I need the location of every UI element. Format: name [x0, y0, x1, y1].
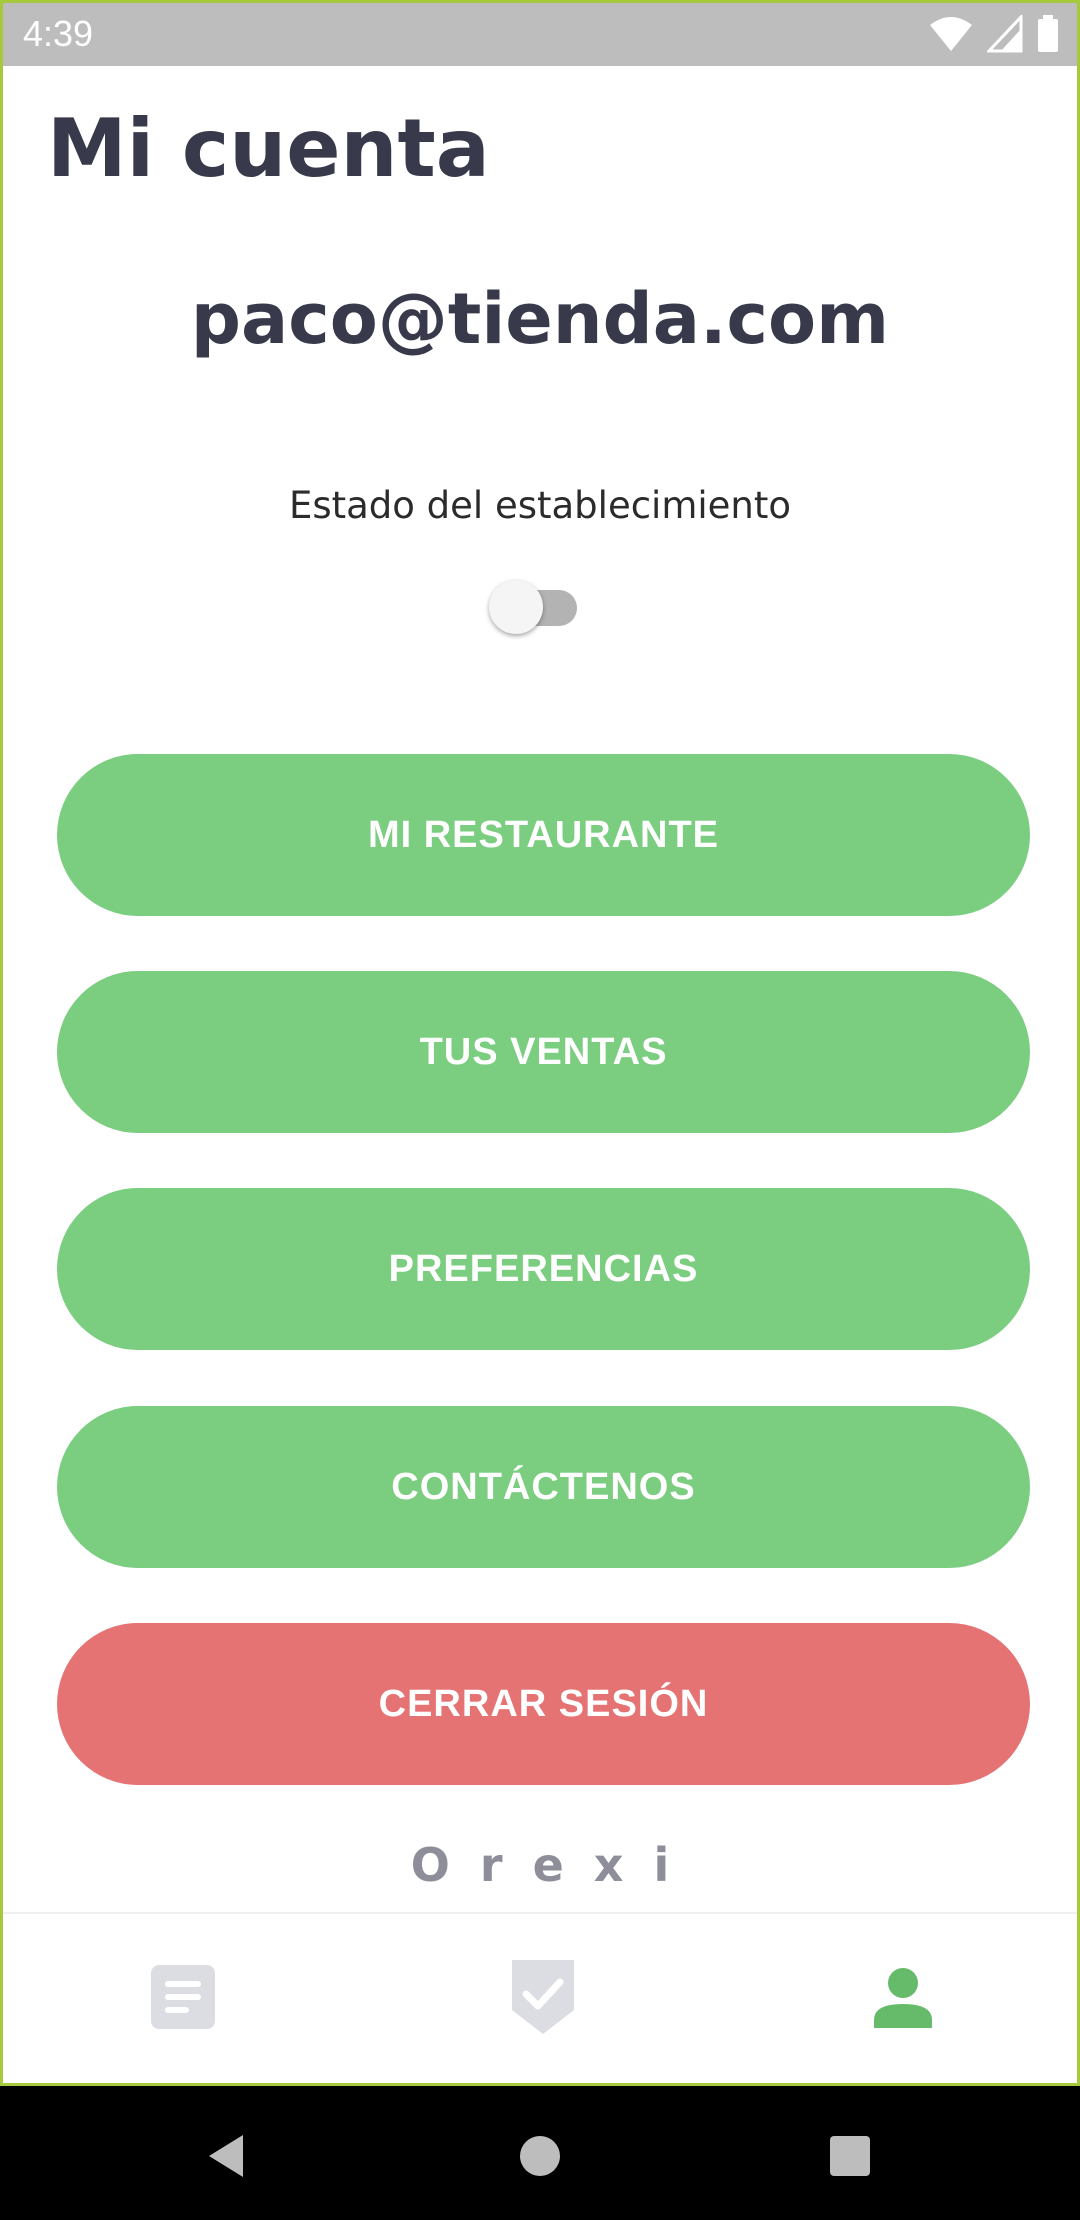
signal-icon: [987, 15, 1023, 53]
home-icon: [520, 2136, 560, 2176]
status-icons: [929, 15, 1059, 53]
bottom-nav: [3, 1912, 1077, 2083]
person-icon: [874, 1968, 932, 2028]
nav-completed[interactable]: [498, 1952, 588, 2042]
mi-restaurante-button[interactable]: MI RESTAURANTE: [57, 754, 1030, 916]
account-email: paco@tienda.com: [190, 278, 890, 360]
battery-icon: [1038, 15, 1058, 52]
recents-icon: [830, 2136, 870, 2176]
tus-ventas-button[interactable]: TUS VENTAS: [57, 971, 1030, 1133]
page-title: Mi cuenta: [47, 102, 490, 195]
preferencias-button[interactable]: PREFERENCIAS: [57, 1188, 1030, 1350]
system-recents-button[interactable]: [820, 2126, 880, 2186]
account-screen: Mi cuenta paco@tienda.com Estado del est…: [0, 66, 1080, 2086]
estado-toggle[interactable]: [489, 572, 589, 634]
toggle-thumb: [489, 580, 543, 634]
document-icon: [151, 1965, 215, 2029]
badge-check-icon: [512, 1960, 574, 2034]
nav-orders[interactable]: [138, 1952, 228, 2042]
back-icon: [209, 2135, 243, 2177]
estado-label: Estado del establecimiento: [288, 484, 792, 527]
system-home-button[interactable]: [510, 2126, 570, 2186]
cerrar-sesion-button[interactable]: CERRAR SESIÓN: [57, 1623, 1030, 1785]
brand-name: Orexi: [410, 1838, 700, 1892]
contactenos-button[interactable]: CONTÁCTENOS: [57, 1406, 1030, 1568]
wifi-icon: [930, 17, 972, 51]
status-bar: 4:39: [0, 0, 1080, 66]
status-time: 4:39: [23, 13, 94, 54]
nav-account[interactable]: [858, 1952, 948, 2042]
system-back-button[interactable]: [198, 2126, 258, 2186]
system-nav-bar: [0, 2086, 1080, 2220]
